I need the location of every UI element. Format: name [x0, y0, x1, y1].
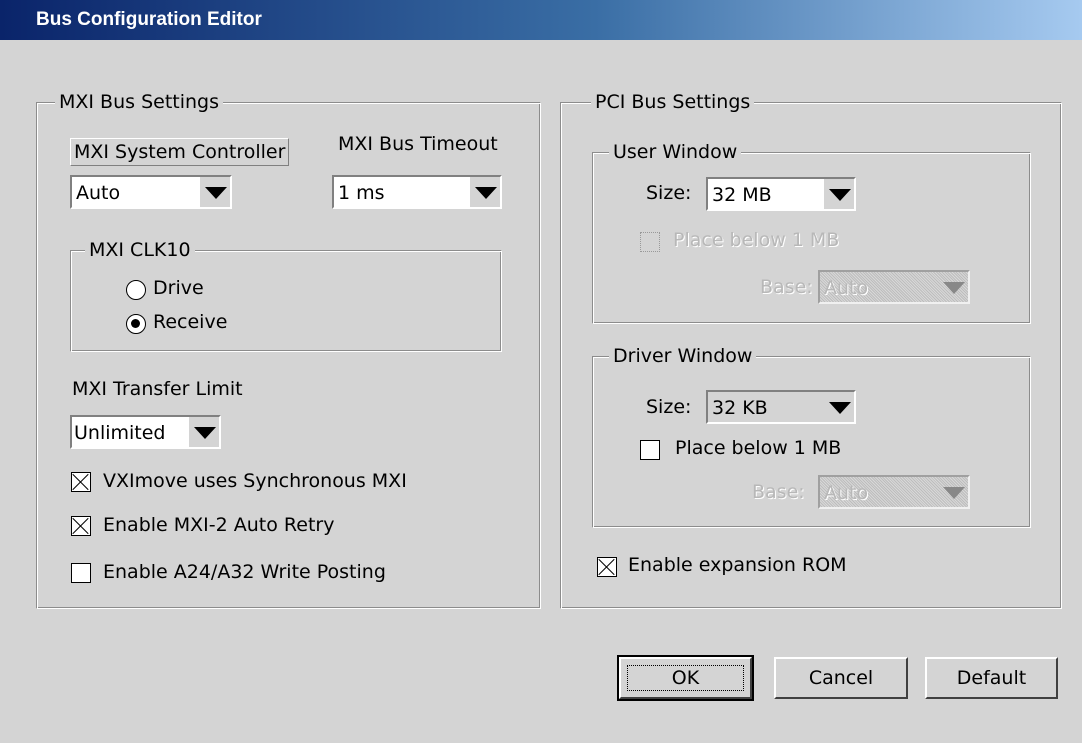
drive-label: Drive — [153, 277, 204, 299]
title-bar[interactable]: Bus Configuration Editor — [0, 0, 1082, 40]
user-window-size-label: Size: — [646, 182, 692, 204]
driver-place-below-label: Place below 1 MB — [675, 437, 842, 459]
window-title: Bus Configuration Editor — [36, 9, 262, 30]
receive-radio[interactable] — [126, 314, 146, 334]
mxi-bus-timeout-label: MXI Bus Timeout — [338, 133, 498, 155]
dropdown-arrow-icon[interactable] — [200, 177, 230, 207]
dropdown-arrow-icon[interactable] — [938, 477, 968, 507]
mxi-bus-timeout-value: 1 ms — [338, 182, 385, 204]
driver-window-label: Driver Window — [609, 344, 757, 368]
driver-base-value: Auto — [824, 482, 869, 504]
dropdown-arrow-icon[interactable] — [824, 179, 854, 209]
mxi-system-controller-select[interactable]: Auto — [70, 175, 232, 209]
mxi-transfer-limit-label: MXI Transfer Limit — [72, 378, 243, 400]
driver-base-select[interactable]: Auto — [818, 475, 970, 509]
ok-button[interactable]: OK — [617, 655, 754, 701]
user-base-label: Base: — [760, 276, 813, 298]
user-window-size-select[interactable]: 32 MB — [706, 177, 856, 211]
driver-place-below-checkbox[interactable] — [640, 440, 660, 460]
user-base-value: Auto — [824, 277, 869, 299]
mxi-transfer-limit-select[interactable]: Unlimited — [70, 415, 221, 449]
write-posting-label: Enable A24/A32 Write Posting — [103, 561, 386, 583]
mxi-system-controller-label: MXI System Controller — [70, 138, 290, 166]
cancel-button[interactable]: Cancel — [774, 657, 908, 699]
user-place-below-checkbox[interactable] — [640, 232, 660, 252]
default-button[interactable]: Default — [925, 657, 1058, 699]
write-posting-checkbox[interactable] — [71, 563, 91, 583]
vximove-sync-label: VXImove uses Synchronous MXI — [103, 470, 407, 492]
dropdown-arrow-icon[interactable] — [938, 272, 968, 302]
driver-window-size-value: 32 KB — [712, 397, 768, 419]
expansion-rom-label: Enable expansion ROM — [628, 554, 847, 576]
user-place-below-label: Place below 1 MB — [673, 229, 840, 251]
mxi-system-controller-value: Auto — [76, 182, 121, 204]
mxi-bus-timeout-select[interactable]: 1 ms — [332, 175, 502, 209]
dropdown-arrow-icon[interactable] — [189, 417, 219, 447]
mxi-clk10-label: MXI CLK10 — [85, 238, 195, 262]
auto-retry-checkbox[interactable] — [71, 516, 91, 536]
pci-bus-settings-label: PCI Bus Settings — [591, 90, 755, 114]
dropdown-arrow-icon[interactable] — [470, 177, 500, 207]
driver-window-size-select[interactable]: 32 KB — [706, 390, 856, 424]
dropdown-arrow-icon[interactable] — [824, 392, 854, 422]
expansion-rom-checkbox[interactable] — [597, 557, 617, 577]
vximove-sync-checkbox[interactable] — [71, 472, 91, 492]
driver-base-label: Base: — [752, 481, 805, 503]
user-window-label: User Window — [609, 140, 742, 164]
driver-window-size-label: Size: — [646, 396, 692, 418]
user-window-size-value: 32 MB — [712, 184, 772, 206]
mxi-bus-settings-label: MXI Bus Settings — [55, 90, 223, 114]
drive-radio[interactable] — [126, 280, 146, 300]
auto-retry-label: Enable MXI-2 Auto Retry — [103, 514, 335, 536]
receive-label: Receive — [153, 311, 228, 333]
mxi-clk10-group: MXI CLK10 — [70, 238, 502, 352]
user-base-select[interactable]: Auto — [818, 270, 970, 304]
mxi-transfer-limit-value: Unlimited — [74, 422, 166, 444]
